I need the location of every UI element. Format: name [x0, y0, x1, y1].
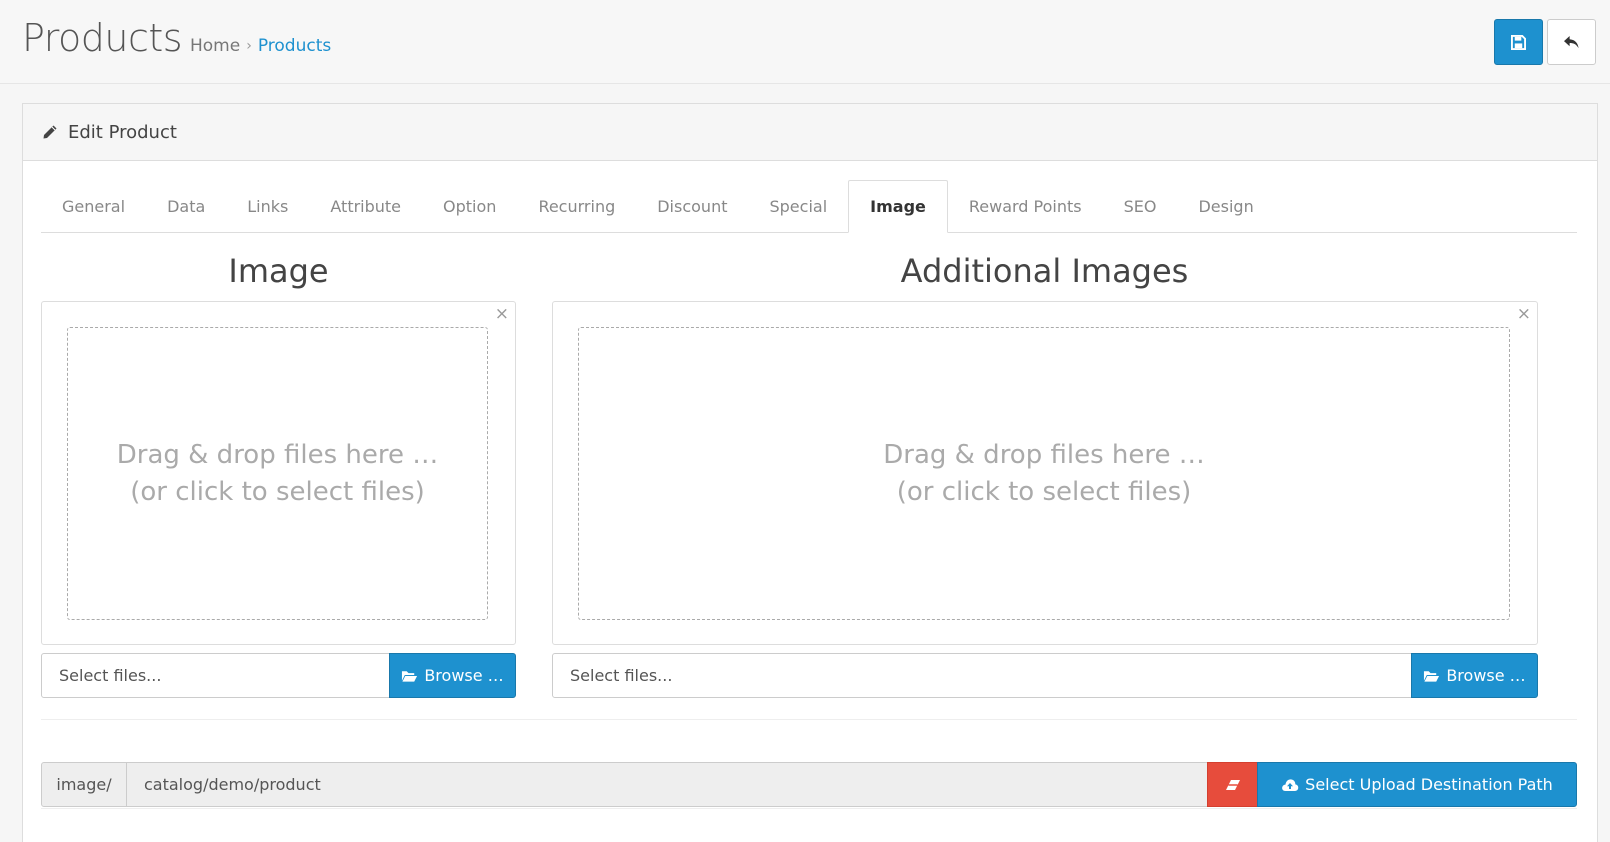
- edit-product-panel: Edit Product General Data Links Attribut…: [22, 103, 1598, 842]
- tab-design[interactable]: Design: [1177, 180, 1274, 232]
- page-title: Products: [22, 16, 183, 60]
- panel-heading: Edit Product: [23, 104, 1597, 161]
- tab-image[interactable]: Image: [848, 180, 948, 233]
- image-browse-label: Browse …: [424, 666, 504, 685]
- additional-file-input[interactable]: Select files...: [552, 653, 1412, 698]
- folder-open-icon: [1424, 670, 1440, 682]
- upload-path-input[interactable]: catalog/demo/product: [126, 762, 1208, 807]
- cloud-upload-icon: [1282, 778, 1299, 791]
- additional-dropzone[interactable]: Drag & drop files here … (or click to se…: [578, 327, 1510, 620]
- image-file-input[interactable]: Select files...: [41, 653, 390, 698]
- product-tabs: General Data Links Attribute Option Recu…: [41, 178, 1577, 233]
- image-dropzone-frame: × Drag & drop files here … (or click to …: [41, 301, 516, 645]
- select-upload-path-label: Select Upload Destination Path: [1305, 775, 1553, 794]
- panel-title: Edit Product: [68, 121, 177, 143]
- page-header: Products Home › Products: [0, 0, 1610, 84]
- save-button[interactable]: [1494, 19, 1543, 65]
- additional-images-title: Additional Images: [900, 252, 1189, 290]
- image-dropzone[interactable]: Drag & drop files here … (or click to se…: [67, 327, 488, 620]
- save-icon: [1511, 34, 1526, 50]
- additional-close-icon[interactable]: ×: [1517, 304, 1531, 324]
- breadcrumb-products[interactable]: Products: [258, 36, 331, 56]
- tab-discount[interactable]: Discount: [636, 180, 748, 232]
- tab-links[interactable]: Links: [226, 180, 309, 232]
- tab-data[interactable]: Data: [146, 180, 226, 232]
- image-drop-line1: Drag & drop files here …: [116, 439, 439, 470]
- tab-attribute[interactable]: Attribute: [309, 180, 422, 232]
- tab-seo[interactable]: SEO: [1103, 180, 1178, 232]
- tab-general[interactable]: General: [41, 180, 146, 232]
- breadcrumb-home[interactable]: Home: [190, 36, 240, 56]
- image-section-title: Image: [228, 252, 329, 290]
- clear-path-button[interactable]: [1207, 762, 1258, 807]
- divider: [41, 808, 1577, 809]
- image-browse-button[interactable]: Browse …: [389, 653, 516, 698]
- tab-reward-points[interactable]: Reward Points: [948, 180, 1103, 232]
- breadcrumb-separator: ›: [246, 38, 252, 54]
- tab-recurring[interactable]: Recurring: [517, 180, 636, 232]
- breadcrumb: Home › Products: [190, 36, 331, 56]
- back-button[interactable]: [1547, 19, 1596, 65]
- image-close-icon[interactable]: ×: [495, 304, 509, 324]
- pencil-icon: [43, 125, 57, 139]
- image-drop-line2: (or click to select files): [130, 476, 425, 507]
- tab-option[interactable]: Option: [422, 180, 517, 232]
- upload-path-prefix: image/: [41, 762, 127, 807]
- select-upload-path-button[interactable]: Select Upload Destination Path: [1257, 762, 1577, 807]
- additional-drop-line2: (or click to select files): [896, 476, 1192, 507]
- additional-browse-label: Browse …: [1446, 666, 1526, 685]
- additional-browse-button[interactable]: Browse …: [1411, 653, 1538, 698]
- eraser-icon: [1225, 779, 1240, 790]
- reply-icon: [1564, 35, 1579, 48]
- tab-special[interactable]: Special: [748, 180, 848, 232]
- additional-dropzone-frame: × Drag & drop files here … (or click to …: [552, 301, 1538, 645]
- additional-drop-line1: Drag & drop files here …: [883, 439, 1205, 470]
- folder-open-icon: [402, 670, 418, 682]
- divider: [41, 719, 1577, 720]
